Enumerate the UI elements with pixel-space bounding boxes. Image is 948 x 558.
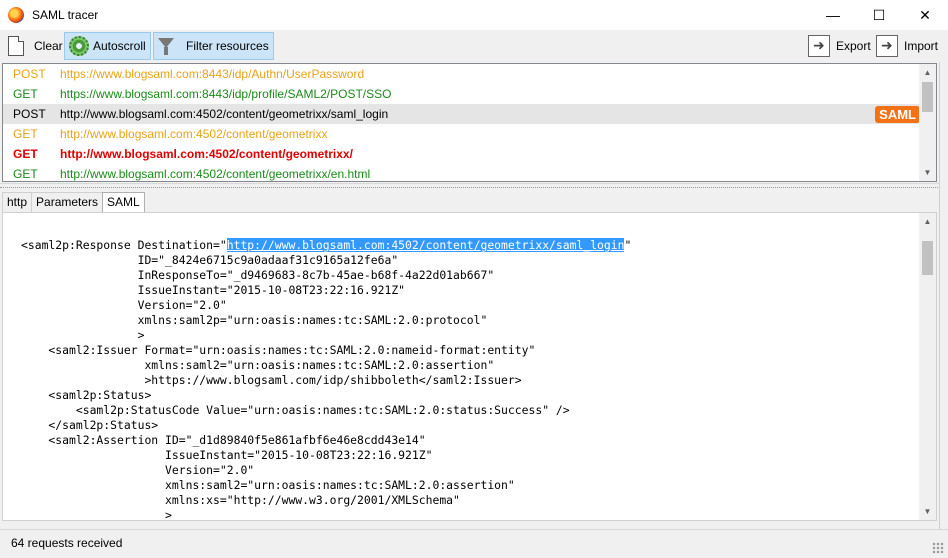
pane-splitter[interactable]: [0, 183, 948, 191]
request-row[interactable]: GET http://www.blogsaml.com:4502/content…: [3, 144, 936, 164]
window-controls: — ☐ ✕: [810, 0, 948, 30]
request-url: http://www.blogsaml.com:4502/content/geo…: [60, 107, 389, 121]
scroll-down-icon[interactable]: ▼: [919, 503, 936, 520]
scrollbar-thumb[interactable]: [922, 82, 933, 112]
detail-tabs: http Parameters SAML: [2, 192, 145, 213]
request-row-selected[interactable]: POST http://www.blogsaml.com:4502/conten…: [3, 104, 936, 124]
request-url: https://www.blogsaml.com:8443/idp/Authn/…: [60, 67, 365, 81]
autoscroll-label: Autoscroll: [93, 39, 146, 53]
clear-label: Clear: [34, 39, 63, 53]
tab-http[interactable]: http: [2, 192, 33, 212]
request-url: http://www.blogsaml.com:4502/content/geo…: [60, 167, 371, 181]
maximize-button[interactable]: ☐: [856, 0, 902, 30]
request-method: POST: [13, 107, 46, 121]
selected-destination-url: http://www.blogsaml.com:4502/content/geo…: [226, 238, 625, 252]
request-method: GET: [13, 147, 38, 161]
import-button[interactable]: ➜ Import: [872, 32, 942, 60]
toolbar: Clear Autoscroll Filter resources ➜ Expo…: [0, 30, 948, 62]
import-icon: ➜: [876, 35, 898, 57]
request-row[interactable]: GET http://www.blogsaml.com:4502/content…: [3, 124, 936, 144]
filter-resources-label: Filter resources: [186, 39, 269, 53]
tab-saml[interactable]: SAML: [102, 192, 145, 213]
saml-badge-icon: SAML: [875, 106, 920, 123]
request-row[interactable]: POST https://www.blogsaml.com:8443/idp/A…: [3, 64, 936, 84]
request-url: https://www.blogsaml.com:8443/idp/profil…: [60, 87, 392, 101]
firefox-icon: [8, 7, 24, 23]
request-url: http://www.blogsaml.com:4502/content/geo…: [60, 147, 353, 161]
resize-grip-icon[interactable]: [932, 542, 944, 554]
filter-funnel-icon: [158, 36, 174, 56]
saml-xml-content[interactable]: <saml2p:Response Destination="http://www…: [21, 238, 632, 521]
request-method: GET: [13, 127, 38, 141]
saml-detail-pane[interactable]: <saml2p:Response Destination="http://www…: [2, 212, 937, 521]
filter-resources-toggle[interactable]: Filter resources: [153, 32, 274, 60]
autoscroll-gear-icon: [69, 36, 89, 56]
xml-line-start: <saml2p:Response Destination=": [21, 238, 227, 252]
export-label: Export: [836, 39, 871, 53]
request-url: http://www.blogsaml.com:4502/content/geo…: [60, 127, 328, 141]
detail-scrollbar[interactable]: ▲ ▼: [919, 213, 936, 520]
request-row[interactable]: GET https://www.blogsaml.com:8443/idp/pr…: [3, 84, 936, 104]
window-title: SAML tracer: [32, 8, 99, 22]
close-button[interactable]: ✕: [902, 0, 948, 30]
request-method: POST: [13, 67, 46, 81]
export-button[interactable]: ➜ Export: [804, 32, 875, 60]
autoscroll-toggle[interactable]: Autoscroll: [64, 32, 151, 60]
tab-parameters[interactable]: Parameters: [31, 192, 104, 212]
scroll-up-icon[interactable]: ▲: [919, 64, 936, 81]
request-list[interactable]: POST https://www.blogsaml.com:8443/idp/A…: [2, 63, 937, 182]
export-icon: ➜: [808, 35, 830, 57]
xml-body: ID="_8424e6715c9a0adaaf31c9165a12fe6a" I…: [48, 253, 570, 521]
import-label: Import: [904, 39, 939, 53]
title-bar: SAML tracer — ☐ ✕: [0, 0, 948, 30]
scrollbar-thumb[interactable]: [922, 241, 933, 275]
request-list-scrollbar[interactable]: ▲ ▼: [919, 64, 936, 181]
window-edge: [939, 62, 948, 529]
request-method: GET: [13, 87, 38, 101]
scroll-up-icon[interactable]: ▲: [919, 213, 936, 230]
request-row[interactable]: GET http://www.blogsaml.com:4502/content…: [3, 164, 936, 181]
clear-button[interactable]: Clear: [4, 32, 67, 60]
request-method: GET: [13, 167, 38, 181]
xml-quote: ": [624, 238, 632, 252]
minimize-button[interactable]: —: [810, 0, 856, 30]
clear-document-icon: [8, 36, 24, 56]
request-count-status: 64 requests received: [11, 536, 123, 550]
scroll-down-icon[interactable]: ▼: [919, 164, 936, 181]
status-bar: 64 requests received: [0, 529, 948, 558]
